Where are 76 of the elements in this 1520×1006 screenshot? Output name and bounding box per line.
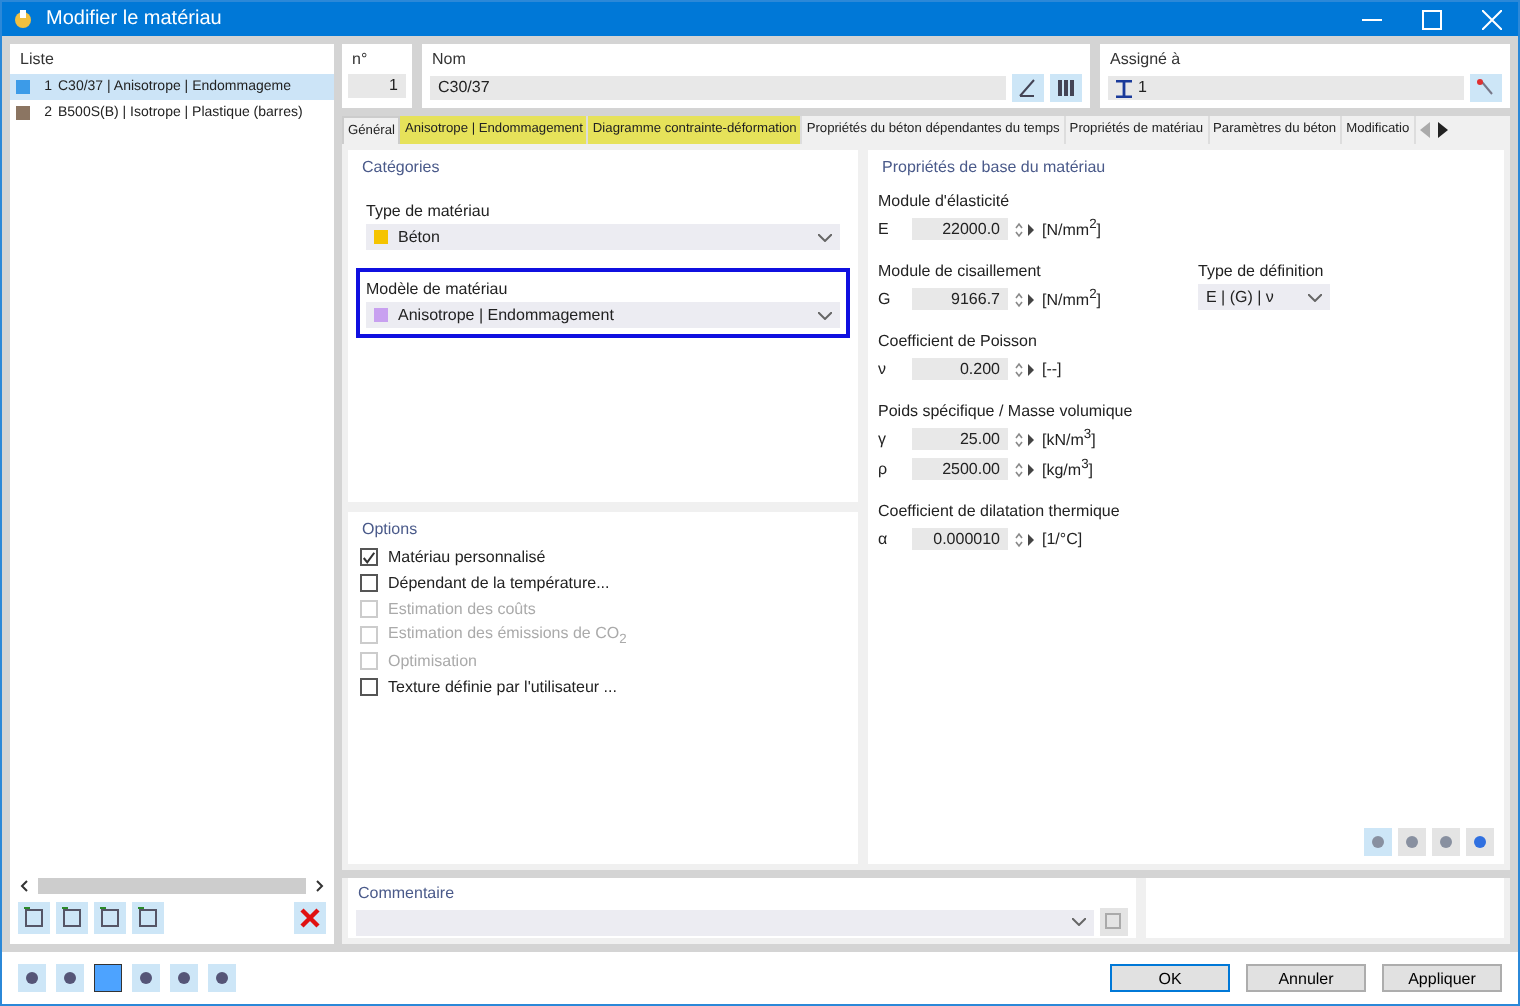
chevron-down-icon bbox=[1072, 918, 1086, 926]
dropdown[interactable]: Anisotrope | Endommagement bbox=[366, 302, 840, 328]
property-label: Module d'élasticité bbox=[878, 190, 1012, 214]
app-icon bbox=[12, 8, 34, 30]
unit: [kg/m$^{3}$] bbox=[1042, 458, 1093, 480]
tab-scroll-right-icon[interactable] bbox=[1435, 122, 1448, 138]
number-input[interactable]: 22000.0 bbox=[912, 218, 1008, 240]
dialog-button[interactable]: Appliquer bbox=[1382, 964, 1502, 992]
number-input[interactable]: 25.00 bbox=[912, 428, 1008, 450]
symbol: ν bbox=[878, 360, 888, 378]
unit: [--] bbox=[1042, 360, 1062, 378]
spinner-icon[interactable] bbox=[1014, 531, 1036, 547]
pick-icon[interactable] bbox=[1470, 74, 1502, 102]
unit: [N/mm$^{2}$] bbox=[1042, 218, 1101, 240]
symbol: G bbox=[878, 290, 893, 308]
assigned-field[interactable]: 1 bbox=[1108, 76, 1464, 100]
property-label: Type de définition bbox=[1198, 260, 1326, 284]
edit-icon[interactable] bbox=[1012, 74, 1044, 102]
property-label: Coefficient de Poisson bbox=[878, 330, 1039, 354]
delete-icon[interactable] bbox=[294, 902, 326, 934]
property-label: Coefficient de dilatation thermique bbox=[878, 500, 1122, 524]
number-input[interactable]: 2500.00 bbox=[912, 458, 1008, 480]
dialog-button[interactable]: Annuler bbox=[1246, 964, 1366, 992]
dropdown[interactable]: E | (G) | ν bbox=[1198, 284, 1330, 310]
checkbox[interactable] bbox=[360, 678, 378, 696]
spinner-icon[interactable] bbox=[1014, 221, 1036, 237]
categories-title: Catégories bbox=[360, 156, 442, 180]
checkbox[interactable] bbox=[360, 574, 378, 592]
number-input[interactable]: 0.200 bbox=[912, 358, 1008, 380]
spinner-icon[interactable] bbox=[1014, 361, 1036, 377]
chevron-down-icon bbox=[1308, 293, 1322, 301]
scroll-left-icon[interactable] bbox=[20, 880, 28, 892]
option-label: Estimation des coûts bbox=[388, 600, 536, 618]
dropdown[interactable]: Béton bbox=[366, 224, 840, 250]
scroll-right-icon[interactable] bbox=[316, 880, 324, 892]
option-label: Matériau personnalisé bbox=[388, 548, 546, 566]
option-label: Texture définie par l'utilisateur ... bbox=[388, 678, 617, 696]
symbol: E bbox=[878, 220, 891, 238]
spinner-icon[interactable] bbox=[1014, 291, 1036, 307]
comment-field[interactable] bbox=[356, 909, 1094, 935]
dialog-button[interactable]: OK bbox=[1110, 964, 1230, 992]
properties-title: Propriétés de base du matériau bbox=[880, 156, 1108, 180]
number-label: n° bbox=[350, 48, 370, 72]
unit: [1/°C] bbox=[1042, 530, 1083, 548]
name-field[interactable]: C30/37 bbox=[430, 76, 1006, 100]
symbol: ρ bbox=[878, 460, 890, 478]
beam-icon bbox=[1116, 79, 1132, 97]
assigned-label: Assigné à bbox=[1108, 48, 1183, 72]
assigned-value: 1 bbox=[1138, 76, 1147, 100]
symbol: α bbox=[878, 530, 890, 548]
field-label: Type de matériau bbox=[366, 200, 492, 224]
unit: [N/mm$^{2}$] bbox=[1042, 288, 1101, 310]
unit: [kN/m$^{3}$] bbox=[1042, 428, 1096, 450]
checkbox[interactable] bbox=[360, 548, 378, 566]
option-label: Dépendant de la température... bbox=[388, 574, 610, 592]
number-input[interactable]: 0.000010 bbox=[912, 528, 1008, 550]
window-title: Modifier le matériau bbox=[46, 8, 224, 30]
close-icon[interactable] bbox=[1482, 9, 1502, 29]
maximize-icon[interactable] bbox=[1422, 9, 1442, 29]
comment-label: Commentaire bbox=[356, 882, 457, 906]
list-title: Liste bbox=[18, 48, 56, 72]
spinner-icon[interactable] bbox=[1014, 461, 1036, 477]
chevron-down-icon bbox=[818, 233, 832, 241]
spinner-icon[interactable] bbox=[1014, 431, 1036, 447]
chevron-down-icon bbox=[818, 311, 832, 319]
symbol: γ bbox=[878, 430, 888, 448]
scrollbar-thumb[interactable] bbox=[38, 878, 306, 894]
number-field[interactable]: 1 bbox=[348, 74, 406, 98]
option-label: Optimisation bbox=[388, 652, 477, 670]
property-label: Poids spécifique / Masse volumique bbox=[878, 400, 1135, 424]
name-label: Nom bbox=[430, 48, 468, 72]
field-label: Modèle de matériau bbox=[366, 278, 510, 302]
option-label: Estimation des émissions de CO$_{2}$ bbox=[388, 623, 627, 647]
property-label: Module de cisaillement bbox=[878, 260, 1043, 284]
options-title: Options bbox=[360, 518, 420, 542]
number-input[interactable]: 9166.7 bbox=[912, 288, 1008, 310]
